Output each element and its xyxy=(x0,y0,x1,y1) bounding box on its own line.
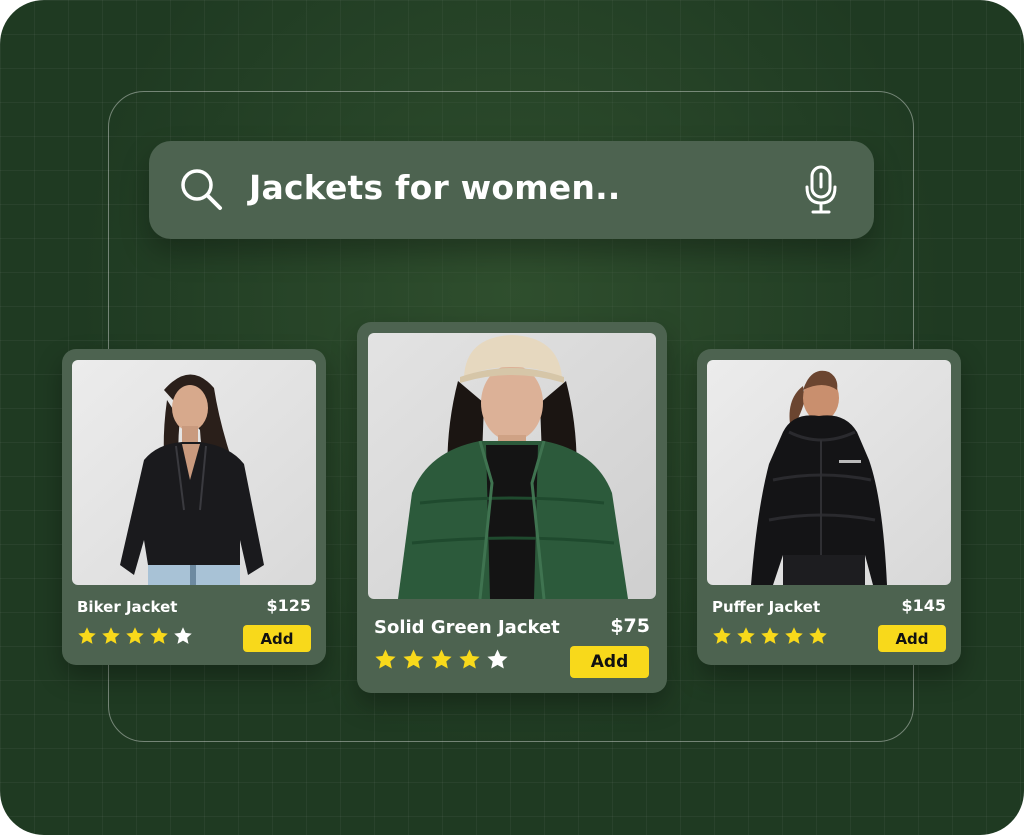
star-filled-icon xyxy=(126,627,144,644)
star-filled-icon xyxy=(403,649,424,669)
star-empty-icon xyxy=(174,627,192,644)
product-image xyxy=(72,360,316,585)
add-to-cart-button[interactable]: Add xyxy=(243,625,311,652)
star-filled-icon xyxy=(809,627,827,644)
background-panel: Jackets for women.. Biker Jacket $125 Ad… xyxy=(0,0,1024,835)
product-image xyxy=(707,360,951,585)
star-filled-icon xyxy=(375,649,396,669)
microphone-icon[interactable] xyxy=(804,165,838,215)
search-input[interactable]: Jackets for women.. xyxy=(249,141,621,239)
product-name[interactable]: Puffer Jacket xyxy=(712,598,820,616)
product-price: $75 xyxy=(610,615,650,637)
star-filled-icon xyxy=(761,627,779,644)
star-rating xyxy=(77,626,197,646)
product-name[interactable]: Solid Green Jacket xyxy=(374,617,560,638)
star-filled-icon xyxy=(459,649,480,669)
search-bar[interactable]: Jackets for women.. xyxy=(149,141,874,239)
product-card-solid-green-jacket[interactable]: Solid Green Jacket $75 Add xyxy=(357,322,667,693)
star-filled-icon xyxy=(78,627,96,644)
star-filled-icon xyxy=(102,627,120,644)
star-rating xyxy=(712,626,832,646)
product-price: $125 xyxy=(266,596,311,615)
product-name[interactable]: Biker Jacket xyxy=(77,598,177,616)
product-price: $145 xyxy=(901,596,946,615)
add-to-cart-button[interactable]: Add xyxy=(570,646,649,678)
star-filled-icon xyxy=(737,627,755,644)
star-empty-icon xyxy=(487,649,508,669)
star-filled-icon xyxy=(150,627,168,644)
product-card-biker-jacket[interactable]: Biker Jacket $125 Add xyxy=(62,349,326,665)
star-rating xyxy=(374,648,514,671)
search-icon[interactable] xyxy=(177,165,225,213)
product-card-puffer-jacket[interactable]: Puffer Jacket $145 Add xyxy=(697,349,961,665)
product-image xyxy=(368,333,656,599)
star-filled-icon xyxy=(785,627,803,644)
add-to-cart-button[interactable]: Add xyxy=(878,625,946,652)
star-filled-icon xyxy=(713,627,731,644)
star-filled-icon xyxy=(431,649,452,669)
